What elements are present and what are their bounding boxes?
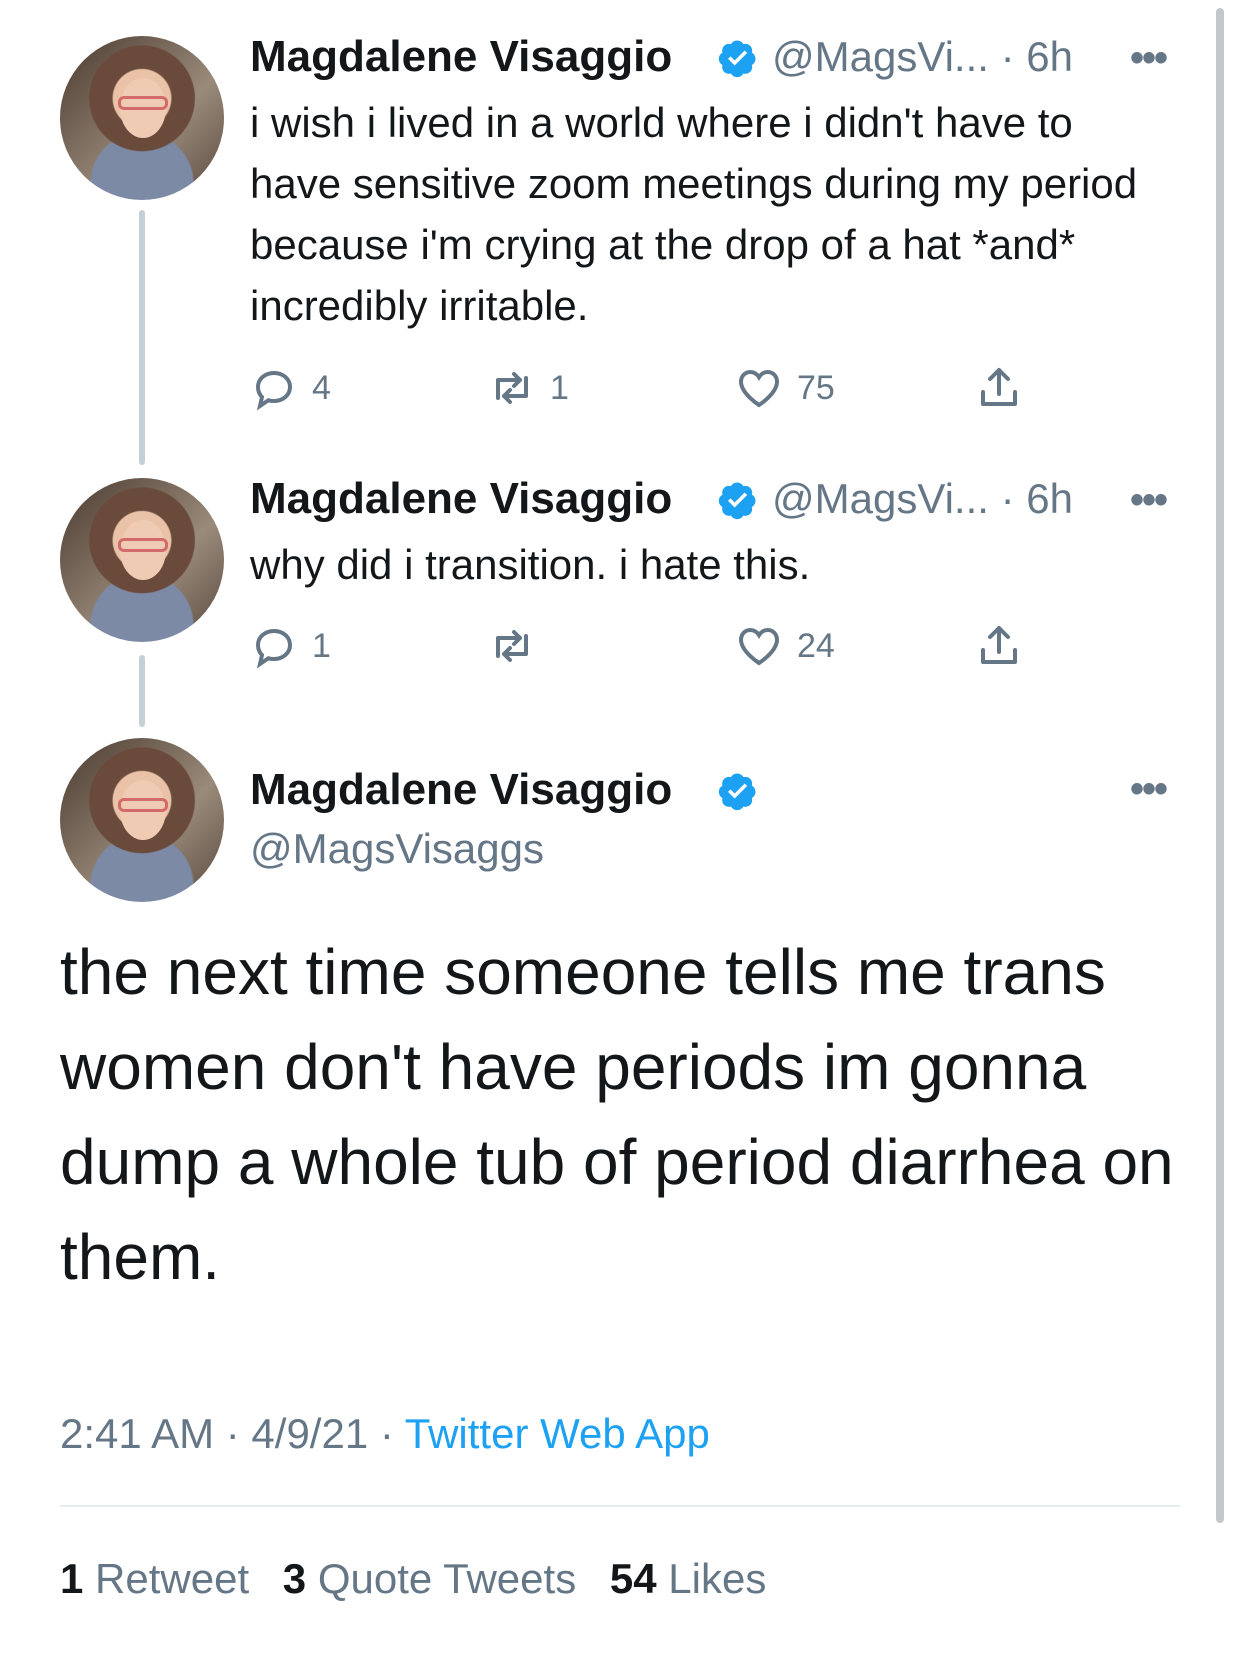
verified-badge-icon	[718, 773, 756, 811]
retweet-icon	[496, 630, 528, 662]
share-icon	[981, 626, 1017, 664]
share-button[interactable]	[975, 364, 1037, 412]
like-icon	[738, 627, 780, 666]
retweet-count: 1	[550, 368, 569, 407]
main-tweet-text: the next time someone tells me trans wom…	[60, 936, 1174, 1293]
like-button[interactable]: 75	[735, 364, 835, 412]
retweet-button[interactable]: 1	[488, 364, 569, 412]
reply-icon	[255, 370, 293, 411]
tweet-text: why did i transition. i hate this.	[250, 541, 811, 588]
author-name[interactable]: Magdalene Visaggio	[250, 765, 672, 815]
thread-line	[139, 655, 145, 727]
retweets-stat[interactable]: 1 Retweet	[60, 1555, 249, 1602]
avatar[interactable]	[60, 478, 224, 642]
like-button[interactable]: 24	[735, 622, 835, 670]
like-icon	[738, 369, 780, 408]
author-name[interactable]: Magdalene Visaggio	[250, 474, 672, 524]
author-name[interactable]: Magdalene Visaggio	[250, 32, 672, 82]
tweet-meta: 2:41 AM · 4/9/21 · Twitter Web App	[60, 1410, 710, 1458]
reply-count: 4	[312, 368, 331, 407]
avatar[interactable]	[60, 738, 224, 902]
more-icon[interactable]: •••	[1130, 478, 1168, 523]
more-icon[interactable]: •••	[1130, 36, 1168, 81]
likes-stat[interactable]: 54 Likes	[610, 1555, 766, 1602]
reply-icon	[255, 628, 293, 669]
author-handle[interactable]: @MagsVisaggs	[250, 825, 544, 873]
handle-and-time[interactable]: @MagsVi... · 6h	[772, 33, 1073, 81]
handle-and-time[interactable]: @MagsVi... · 6h	[772, 475, 1073, 523]
tweet-timestamp[interactable]: 2:41 AM · 4/9/21 ·	[60, 1410, 405, 1457]
reply-button[interactable]: 4	[250, 364, 331, 412]
reply-count: 1	[312, 626, 331, 665]
verified-badge-icon	[718, 40, 756, 78]
retweet-button[interactable]	[488, 622, 550, 670]
engagement-stats: 1 Retweet 3 Quote Tweets 54 Likes	[60, 1555, 766, 1603]
like-count: 24	[797, 626, 835, 665]
share-icon	[981, 368, 1017, 406]
scrollbar[interactable]	[1216, 8, 1224, 1523]
thread-line	[139, 210, 145, 465]
divider	[60, 1505, 1180, 1507]
retweet-icon	[496, 372, 528, 404]
like-count: 75	[797, 368, 835, 407]
verified-badge-icon	[718, 482, 756, 520]
share-button[interactable]	[975, 622, 1037, 670]
more-icon[interactable]: •••	[1130, 767, 1168, 812]
tweet-source-link[interactable]: Twitter Web App	[405, 1410, 710, 1457]
quote-tweets-stat[interactable]: 3 Quote Tweets	[283, 1555, 576, 1602]
reply-button[interactable]: 1	[250, 622, 331, 670]
tweet-text: i wish i lived in a world where i didn't…	[250, 99, 1138, 329]
avatar[interactable]	[60, 36, 224, 200]
